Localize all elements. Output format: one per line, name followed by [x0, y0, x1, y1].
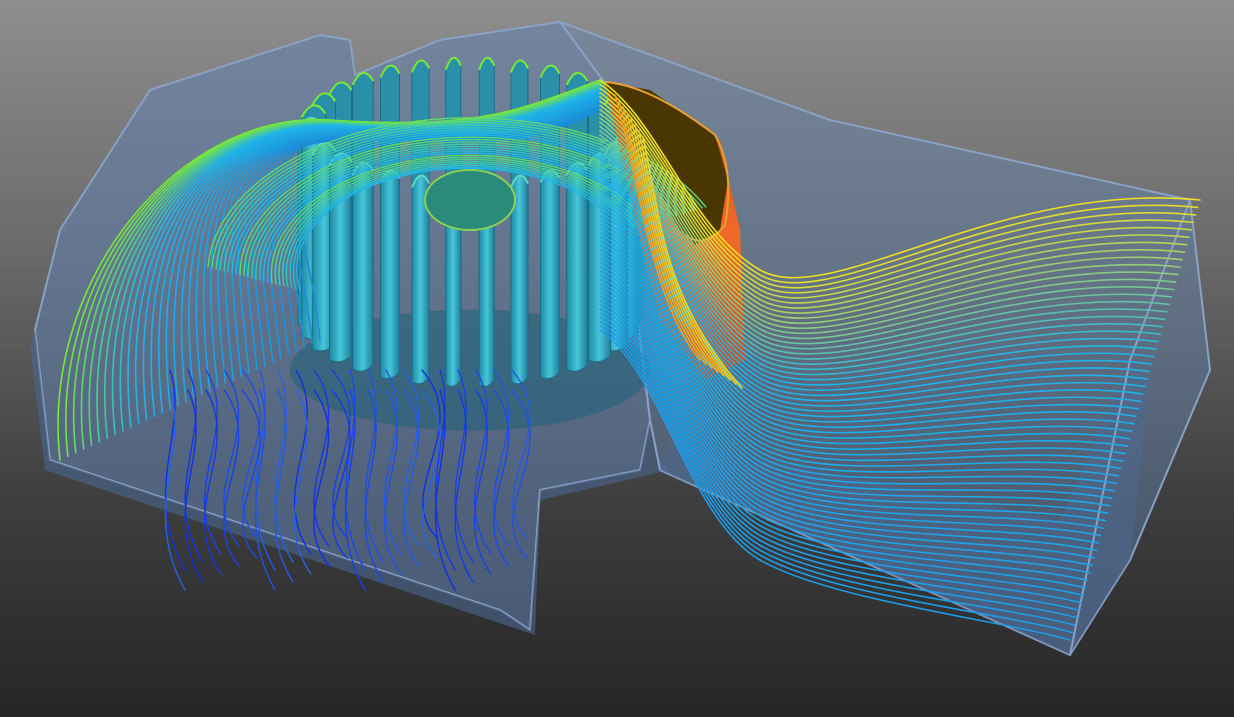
impeller-blade: [380, 169, 400, 380]
impeller-blade: [540, 169, 560, 380]
impeller-blade: [352, 162, 374, 372]
flow-visualization: [30, 19, 1212, 657]
impeller-shaft: [424, 169, 516, 231]
3d-viewport[interactable]: [0, 0, 1234, 717]
